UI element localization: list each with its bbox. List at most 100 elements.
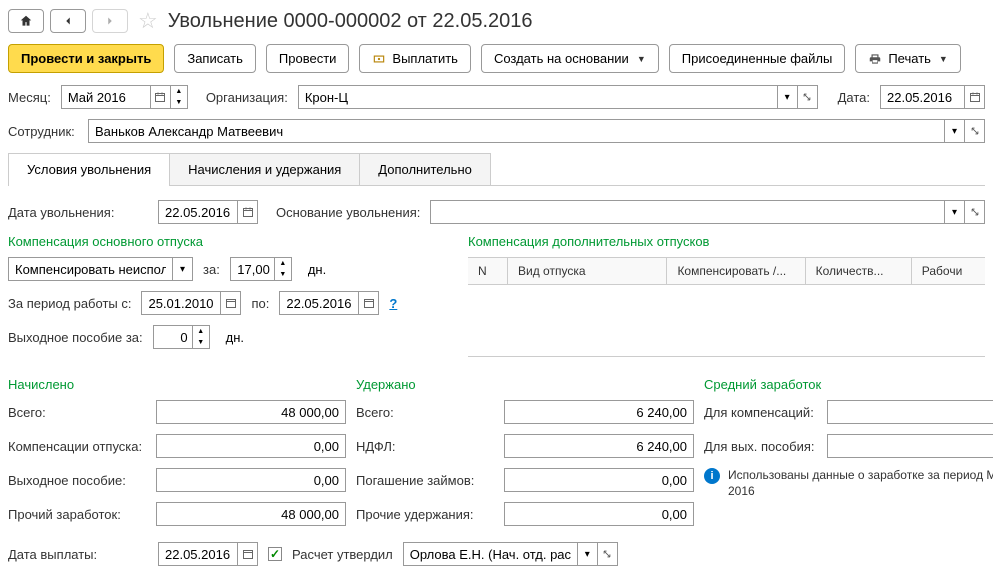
open-icon	[802, 92, 812, 102]
for-sev-input[interactable]	[827, 434, 993, 458]
comp-main-title: Компенсация основного отпуска	[8, 234, 448, 249]
col-comp: Компенсировать /...	[667, 258, 805, 284]
calendar-icon	[242, 548, 254, 560]
withheld-total-input[interactable]	[504, 400, 694, 424]
additional-leave-table: N Вид отпуска Компенсировать /... Количе…	[468, 257, 985, 285]
post-button[interactable]: Провести	[266, 44, 350, 73]
printer-icon	[868, 52, 882, 66]
other-earn-input[interactable]	[156, 502, 346, 526]
approved-label: Расчет утвердил	[292, 547, 393, 562]
open-icon	[970, 126, 980, 136]
other-earn-label: Прочий заработок:	[8, 507, 148, 522]
tab-conditions[interactable]: Условия увольнения	[8, 153, 170, 185]
loan-input[interactable]	[504, 468, 694, 492]
comp-leave-input[interactable]	[156, 434, 346, 458]
paydate-input[interactable]	[158, 542, 238, 566]
accrued-total-input[interactable]	[156, 400, 346, 424]
calendar-icon	[242, 206, 254, 218]
reason-dropdown-button[interactable]: ▾	[945, 200, 965, 224]
employee-label: Сотрудник:	[8, 124, 78, 139]
for-sev-label: Для вых. пособия:	[704, 439, 819, 454]
avg-info-text: Использованы данные о заработке за перио…	[728, 468, 993, 499]
month-calendar-button[interactable]	[151, 85, 171, 109]
chevron-down-icon: ▼	[939, 54, 948, 64]
approver-open-button[interactable]	[598, 542, 618, 566]
comp-days-input[interactable]	[230, 257, 275, 281]
severance-up[interactable]: ▲	[193, 326, 209, 337]
chevron-down-icon: ▼	[637, 54, 646, 64]
paydate-label: Дата выплаты:	[8, 547, 148, 562]
calendar-icon	[363, 297, 375, 309]
print-button[interactable]: Печать▼	[855, 44, 961, 73]
period-to-cal[interactable]	[359, 291, 379, 315]
approver-dropdown-button[interactable]: ▾	[578, 542, 598, 566]
employee-open-button[interactable]	[965, 119, 985, 143]
po-label: по:	[251, 296, 269, 311]
org-dropdown-button[interactable]: ▾	[778, 85, 798, 109]
col-work: Рабочи	[912, 258, 985, 284]
approver-input[interactable]	[403, 542, 578, 566]
comp-days-up[interactable]: ▲	[275, 258, 291, 269]
dismiss-reason-label: Основание увольнения:	[276, 205, 420, 220]
org-input[interactable]	[298, 85, 778, 109]
home-icon	[19, 14, 33, 28]
info-icon: i	[704, 468, 720, 484]
comp-days-down[interactable]: ▼	[275, 269, 291, 280]
loan-label: Погашение займов:	[356, 473, 496, 488]
dismiss-date-input[interactable]	[158, 200, 238, 224]
comp-add-title: Компенсация дополнительных отпусков	[468, 234, 985, 249]
forward-button[interactable]	[92, 9, 128, 33]
additional-leave-body[interactable]	[468, 285, 985, 357]
arrow-right-icon	[103, 14, 117, 28]
comp-leave-label: Компенсации отпуска:	[8, 439, 148, 454]
save-button[interactable]: Записать	[174, 44, 256, 73]
pay-button[interactable]: Выплатить	[359, 44, 471, 73]
withheld-title: Удержано	[356, 377, 694, 392]
severance-amount-input[interactable]	[156, 468, 346, 492]
col-type: Вид отпуска	[508, 258, 667, 284]
for-comp-input[interactable]	[827, 400, 993, 424]
doc-date-calendar-button[interactable]	[965, 85, 985, 109]
comp-mode-select[interactable]	[8, 257, 173, 281]
comp-mode-dropdown-button[interactable]: ▾	[173, 257, 193, 281]
period-help-link[interactable]: ?	[389, 296, 397, 311]
arrow-left-icon	[61, 14, 75, 28]
attached-files-button[interactable]: Присоединенные файлы	[669, 44, 846, 73]
other-ded-input[interactable]	[504, 502, 694, 526]
severance-dn-label: дн.	[226, 330, 244, 345]
employee-dropdown-button[interactable]: ▾	[945, 119, 965, 143]
ndfl-input[interactable]	[504, 434, 694, 458]
open-icon	[970, 207, 980, 217]
month-down-button[interactable]: ▼	[171, 97, 187, 108]
tab-accruals[interactable]: Начисления и удержания	[169, 153, 360, 185]
other-ded-label: Прочие удержания:	[356, 507, 496, 522]
page-title: Увольнение 0000-000002 от 22.05.2016	[168, 10, 533, 33]
accrued-title: Начислено	[8, 377, 346, 392]
withheld-total-label: Всего:	[356, 405, 496, 420]
doc-date-input[interactable]	[880, 85, 965, 109]
accrued-total-label: Всего:	[8, 405, 148, 420]
period-from-cal[interactable]	[221, 291, 241, 315]
home-button[interactable]	[8, 9, 44, 33]
period-from-input[interactable]	[141, 291, 221, 315]
reason-open-button[interactable]	[965, 200, 985, 224]
dismiss-reason-input[interactable]	[430, 200, 945, 224]
severance-days-input[interactable]	[153, 325, 193, 349]
date-label: Дата:	[838, 90, 870, 105]
create-from-button[interactable]: Создать на основании▼	[481, 44, 659, 73]
favorite-star-icon[interactable]: ☆	[138, 8, 158, 34]
employee-input[interactable]	[88, 119, 945, 143]
tab-additional[interactable]: Дополнительно	[359, 153, 491, 185]
severance-down[interactable]: ▼	[193, 337, 209, 348]
calendar-icon	[969, 91, 981, 103]
ndfl-label: НДФЛ:	[356, 439, 496, 454]
back-button[interactable]	[50, 9, 86, 33]
month-up-button[interactable]: ▲	[171, 86, 187, 97]
paydate-cal[interactable]	[238, 542, 258, 566]
dismiss-date-calendar-button[interactable]	[238, 200, 258, 224]
post-and-close-button[interactable]: Провести и закрыть	[8, 44, 164, 73]
period-to-input[interactable]	[279, 291, 359, 315]
month-input[interactable]	[61, 85, 151, 109]
money-icon	[372, 52, 386, 66]
org-open-button[interactable]	[798, 85, 818, 109]
